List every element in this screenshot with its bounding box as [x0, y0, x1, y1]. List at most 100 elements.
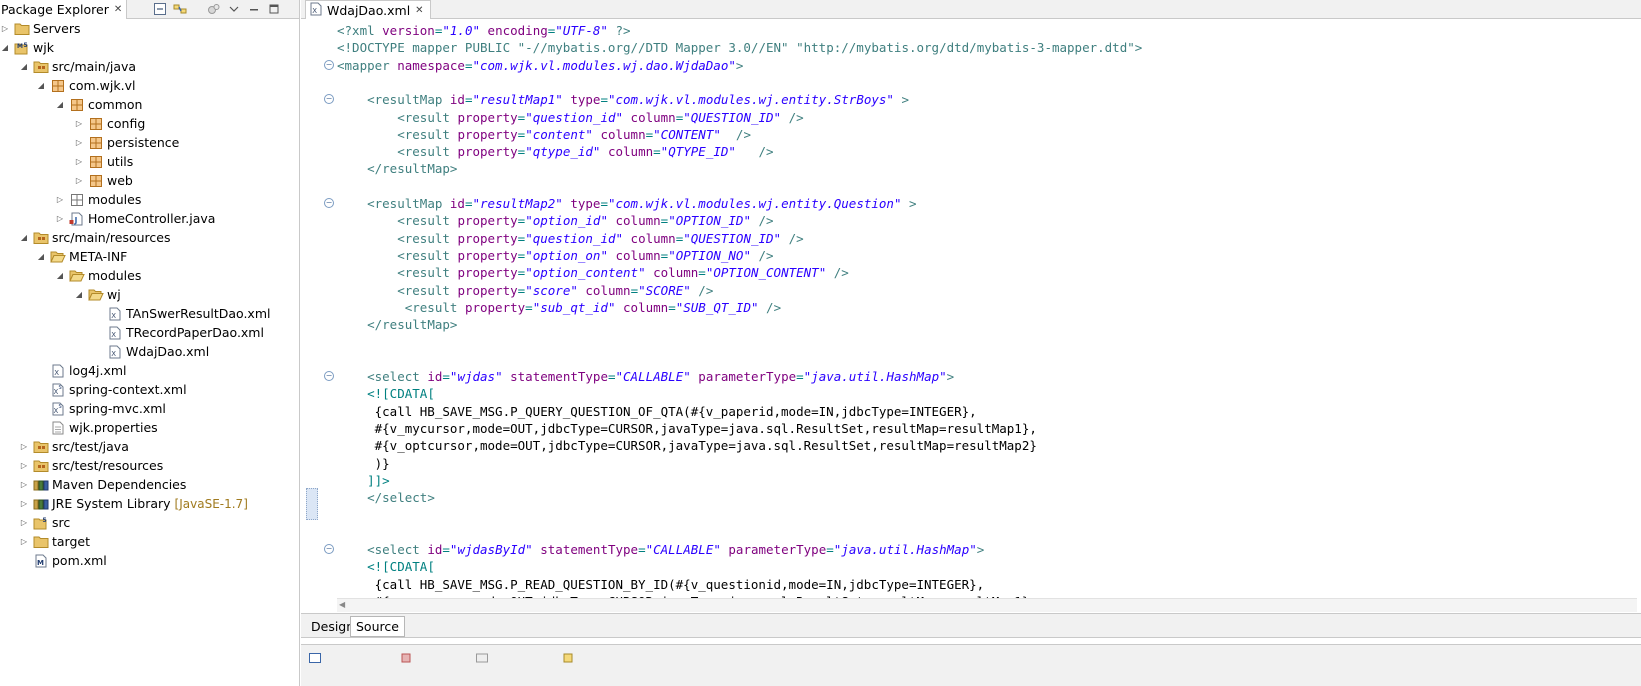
fold-collapse-icon[interactable]: −	[324, 371, 334, 381]
expanded-arrow-icon[interactable]: ◢	[19, 62, 29, 72]
console-tab-icon[interactable]	[309, 651, 321, 665]
tree-item[interactable]: ◢ META-INF	[36, 247, 127, 266]
code-line[interactable]: {call HB_SAVE_MSG.P_QUERY_QUESTION_OF_QT…	[337, 403, 977, 420]
fold-collapse-icon[interactable]: −	[324, 59, 334, 70]
tree-item[interactable]: ▷ persistence	[74, 133, 179, 152]
code-line[interactable]: <![CDATA[	[337, 558, 435, 575]
code-line[interactable]: </resultMap>	[337, 316, 457, 333]
collapsed-arrow-icon[interactable]: ▷	[74, 138, 84, 148]
explorer-tab[interactable]: Package Explorer ✕	[0, 0, 128, 19]
horizontal-scrollbar[interactable]: ◀	[337, 598, 1637, 612]
collapsed-arrow-icon[interactable]: ▷	[19, 480, 29, 490]
code-line[interactable]: <mapper namespace="com.wjk.vl.modules.wj…	[337, 57, 743, 74]
fold-collapse-icon[interactable]: −	[324, 198, 334, 208]
tree-item[interactable]: ▷ target	[19, 532, 90, 551]
tree-item[interactable]: ◢ src/main/resources	[19, 228, 171, 247]
tab-source[interactable]: Source	[350, 616, 405, 637]
code-line[interactable]: )}	[337, 455, 390, 472]
tree-item[interactable]: ▷ web	[74, 171, 133, 190]
tree-item[interactable]: ◢ modules	[55, 266, 141, 285]
code-line[interactable]: <result property="sub_qt_id" column="SUB…	[337, 299, 781, 316]
code-line[interactable]: <result property="question_id" column="Q…	[337, 230, 803, 247]
tree-item[interactable]: ▷ Maven Dependencies	[19, 475, 186, 494]
expanded-arrow-icon[interactable]: ◢	[74, 290, 84, 300]
code-line[interactable]: #{v_optcursor,mode=OUT,jdbcType=CURSOR,j…	[337, 437, 1037, 454]
tree-item[interactable]: ▷ 5 src	[19, 513, 70, 532]
code-line[interactable]: #{v_mycursor,mode=OUT,jdbcType=CURSOR,ja…	[337, 420, 1037, 437]
code-line[interactable]: <select id="wjdas" statementType="CALLAB…	[337, 368, 954, 385]
fold-collapse-icon[interactable]: −	[324, 94, 334, 105]
code-line[interactable]: <result property="option_on" column="OPT…	[337, 247, 773, 264]
tree-item[interactable]: ▷ JRE System Library [JavaSE-1.7]	[19, 494, 248, 513]
code-line[interactable]: <result property="qtype_id" column="QTYP…	[337, 143, 773, 160]
focus-on-active-task-icon[interactable]	[206, 1, 222, 17]
tree-item[interactable]: ▷ J HomeController.java	[55, 209, 216, 228]
tree-item[interactable]: ◢ wj	[74, 285, 121, 304]
code-line[interactable]: <![CDATA[	[337, 385, 435, 402]
view-menu-icon[interactable]	[226, 1, 242, 17]
collapsed-arrow-icon[interactable]: ▷	[74, 176, 84, 186]
tree-item[interactable]: ▷ src/test/java	[19, 437, 129, 456]
tree-item[interactable]: Xlog4j.xml	[36, 361, 127, 380]
collapsed-arrow-icon[interactable]: ▷	[19, 537, 29, 547]
collapsed-arrow-icon[interactable]: ▷	[55, 195, 65, 205]
tree-item[interactable]: ▷ modules	[55, 190, 141, 209]
properties-tab-icon[interactable]	[476, 651, 488, 665]
collapsed-arrow-icon[interactable]: ▷	[0, 24, 10, 34]
tree-item[interactable]: X TRecordPaperDao.xml	[93, 323, 264, 342]
collapse-all-icon[interactable]	[152, 1, 168, 17]
markers-tab-icon[interactable]	[401, 651, 411, 665]
code-line[interactable]: </select>	[337, 489, 435, 506]
expanded-arrow-icon[interactable]: ◢	[36, 252, 46, 262]
tree-item[interactable]: ◢ common	[55, 95, 143, 114]
fold-collapse-icon[interactable]: −	[324, 544, 334, 554]
tree-item[interactable]: Mpom.xml	[19, 551, 107, 570]
source-text-area[interactable]: <?xml version="1.0" encoding="UTF-8" ?> <…	[337, 20, 1627, 598]
tree-item[interactable]: X Sspring-context.xml	[36, 380, 187, 399]
tree-item[interactable]: ◢ M 5 wjk	[0, 38, 54, 57]
code-line[interactable]: <result property = "option_content" column…	[337, 264, 849, 281]
expanded-arrow-icon[interactable]: ◢	[55, 100, 65, 110]
code-line[interactable]: <resultMap id="resultMap1" type="com.wjk…	[337, 91, 909, 108]
expanded-arrow-icon[interactable]: ◢	[19, 233, 29, 243]
code-line[interactable]: {call HB_SAVE_MSG.P_READ_QUESTION_BY_ID(…	[337, 576, 985, 593]
editor-tab-wdajdao[interactable]: X WdajDao.xml ✕	[305, 0, 431, 19]
expanded-arrow-icon[interactable]: ◢	[0, 43, 10, 53]
collapsed-arrow-icon[interactable]: ▷	[19, 442, 29, 452]
expanded-arrow-icon[interactable]: ◢	[36, 81, 46, 91]
tree-item[interactable]: ◢ src/main/java	[19, 57, 136, 76]
tree-item[interactable]: X WdajDao.xml	[93, 342, 209, 361]
code-line[interactable]: <!DOCTYPE mapper PUBLIC "-//mybatis.org/…	[337, 39, 1142, 56]
scroll-left-icon[interactable]: ◀	[339, 600, 345, 609]
search-tab-icon[interactable]	[563, 651, 573, 665]
minimize-icon[interactable]	[246, 1, 262, 17]
tree-item[interactable]: ◢ com.wjk.vl	[36, 76, 136, 95]
tree-item[interactable]: ▷ utils	[74, 152, 133, 171]
collapsed-arrow-icon[interactable]: ▷	[19, 499, 29, 509]
code-line[interactable]: ]]>	[337, 472, 390, 489]
code-line[interactable]: <result property="option_id" column="OPT…	[337, 212, 773, 229]
code-line[interactable]: <result property="content" column="CONTE…	[337, 126, 751, 143]
code-line[interactable]: <result property="score" column="SCORE" …	[337, 282, 713, 299]
collapsed-arrow-icon[interactable]: ▷	[19, 461, 29, 471]
code-line[interactable]: <resultMap id="resultMap2" type="com.wjk…	[337, 195, 916, 212]
close-icon[interactable]: ✕	[415, 5, 423, 16]
link-with-editor-icon[interactable]	[172, 1, 188, 17]
expanded-arrow-icon[interactable]: ◢	[55, 271, 65, 281]
maximize-icon[interactable]	[266, 1, 282, 17]
tree-item[interactable]: wjk.properties	[36, 418, 158, 437]
tree-item[interactable]: ▷ src/test/resources	[19, 456, 163, 475]
tree-item[interactable]: ▷ Servers	[0, 19, 81, 38]
code-line[interactable]: <?xml version="1.0" encoding="UTF-8" ?>	[337, 22, 631, 39]
tree-item[interactable]: ▷ config	[74, 114, 145, 133]
code-line[interactable]: <select id="wjdasById" statementType="CA…	[337, 541, 984, 558]
collapsed-arrow-icon[interactable]: ▷	[55, 214, 65, 224]
collapsed-arrow-icon[interactable]: ▷	[74, 157, 84, 167]
close-icon[interactable]: ✕	[114, 4, 122, 15]
code-line[interactable]: <result property="question_id" column="Q…	[337, 109, 803, 126]
collapsed-arrow-icon[interactable]: ▷	[74, 119, 84, 129]
tree-item[interactable]: X Sspring-mvc.xml	[36, 399, 166, 418]
code-line[interactable]: </resultMap>	[337, 160, 457, 177]
collapsed-arrow-icon[interactable]: ▷	[19, 518, 29, 528]
tree-item[interactable]: X TAnSwerResultDao.xml	[93, 304, 270, 323]
